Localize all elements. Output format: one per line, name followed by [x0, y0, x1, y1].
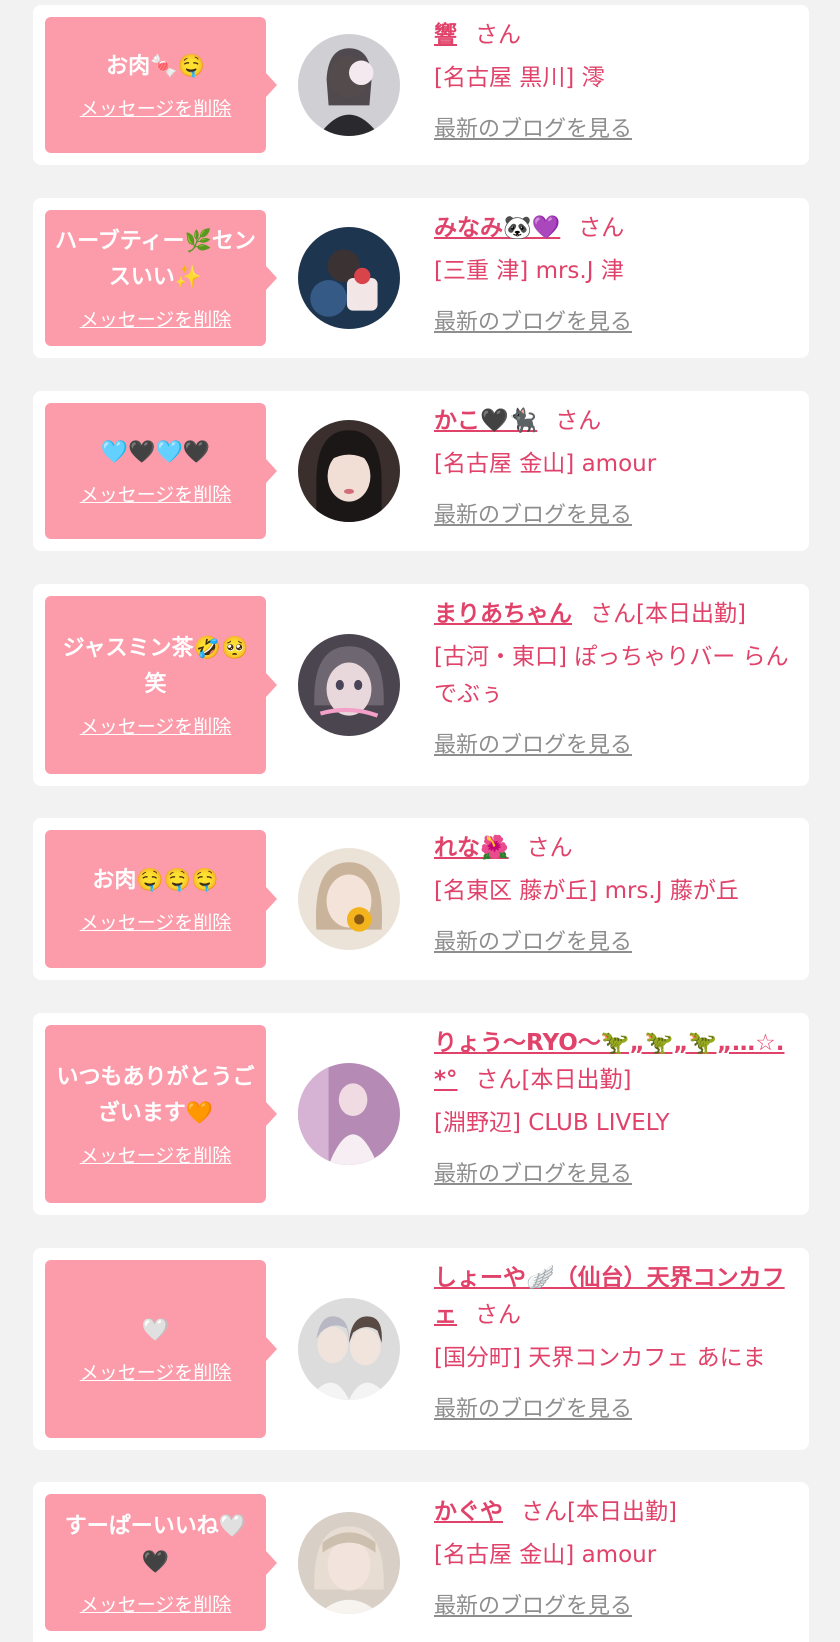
girl-avatar-icon[interactable] [298, 227, 400, 329]
latest-blog-link[interactable]: 最新のブログを見る [434, 304, 632, 341]
shop-name: [古河・東口] ぽっちゃりバー らんでぶぅ [434, 644, 789, 707]
girl-avatar-icon[interactable] [298, 1063, 400, 1165]
message-text: 🩵🖤🩵🖤 [100, 440, 211, 465]
honorific: さん [475, 1302, 521, 1328]
delete-message-link[interactable]: メッセージを削除 [80, 715, 232, 739]
message-bubble: お肉🍬🤤 メッセージを削除 [45, 17, 277, 153]
honorific: さん [475, 22, 521, 48]
delete-message-link[interactable]: メッセージを削除 [80, 1593, 232, 1617]
work-status: [本日出勤] [567, 1499, 677, 1525]
latest-blog-link[interactable]: 最新のブログを見る [434, 727, 632, 764]
message-bubble: いつもありがとうございます🧡 メッセージを削除 [45, 1025, 277, 1203]
sender-name-link[interactable]: まりあちゃん [434, 601, 572, 627]
name-line: かぐや さん[本日出勤] [434, 1494, 797, 1531]
message-card: ジャスミン茶🤣🥺笑 メッセージを削除 まりあちゃん さん[本日出勤] [古河・東口… [33, 584, 809, 786]
girl-avatar-icon[interactable] [298, 420, 400, 522]
message-bubble: すーぱーいいね🤍🖤 メッセージを削除 [45, 1494, 277, 1631]
delete-message-link[interactable]: メッセージを削除 [80, 1361, 232, 1385]
girl-avatar-icon[interactable] [298, 1298, 400, 1400]
name-line: かこ🖤🐈‍⬛ さん [434, 403, 797, 440]
message-text: ジャスミン茶🤣🥺笑 [62, 636, 249, 697]
name-line: 響さん [434, 17, 797, 54]
message-text: お肉🤤🤤🤤 [92, 868, 219, 893]
girl-avatar-icon[interactable] [298, 1512, 400, 1614]
message-text: 🤍 [141, 1318, 170, 1343]
shop-name: [名古屋 金山] amour [434, 1542, 657, 1568]
message-text: いつもありがとうございます🧡 [56, 1065, 255, 1126]
name-line: みなみ🐼💜 さん [434, 210, 797, 247]
latest-blog-link[interactable]: 最新のブログを見る [434, 497, 632, 534]
work-status: [本日出勤] [636, 601, 746, 627]
honorific: さん [475, 1067, 522, 1093]
sender-info: 響さん [名古屋 黒川] 澪 最新のブログを見る [434, 17, 797, 148]
work-status: [本日出勤] [521, 1067, 632, 1093]
honorific: さん [526, 835, 573, 861]
sender-info: みなみ🐼💜 さん [三重 津] mrs.J 津 最新のブログを見る [434, 210, 797, 341]
message-text: ハーブティー🌿センスいい✨ [55, 229, 256, 290]
latest-blog-link[interactable]: 最新のブログを見る [434, 1588, 632, 1625]
delete-message-link[interactable]: メッセージを削除 [80, 1144, 232, 1168]
sender-name-link[interactable]: れな🌺 [434, 835, 509, 861]
message-card: ハーブティー🌿センスいい✨ メッセージを削除 みなみ🐼💜 さん [三重 津] mr… [33, 198, 809, 358]
message-bubble: ジャスミン茶🤣🥺笑 メッセージを削除 [45, 596, 277, 774]
name-line: しょーや🪽（仙台）天界コンカフェ さん [434, 1260, 797, 1334]
girl-avatar-icon[interactable] [298, 34, 400, 136]
sender-info: りょう〜RYO〜🦖„🦖„🦖„…☆.*° さん[本日出勤] [淵野辺] CLUB L… [434, 1025, 797, 1193]
message-text: すーぱーいいね🤍🖤 [64, 1513, 247, 1575]
honorific: さん [521, 1499, 567, 1525]
sender-info: しょーや🪽（仙台）天界コンカフェ さん [国分町] 天界コンカフェ あにま 最新の… [434, 1260, 797, 1428]
shop-name: [名古屋 黒川] 澪 [434, 65, 605, 91]
message-text: お肉🍬🤤 [106, 54, 205, 79]
latest-blog-link[interactable]: 最新のブログを見る [434, 1391, 632, 1428]
message-list: お肉🍬🤤 メッセージを削除 響さん [名古屋 黒川] 澪 最新のブログを見る ハ… [0, 0, 840, 1642]
message-card: いつもありがとうございます🧡 メッセージを削除 りょう〜RYO〜🦖„🦖„🦖„…☆… [33, 1013, 809, 1215]
name-line: まりあちゃん さん[本日出勤] [434, 596, 797, 633]
sender-name-link[interactable]: かこ🖤🐈‍⬛ [434, 408, 537, 434]
delete-message-link[interactable]: メッセージを削除 [80, 483, 232, 507]
honorific: さん [578, 215, 625, 241]
delete-message-link[interactable]: メッセージを削除 [80, 97, 232, 121]
sender-name-link[interactable]: 響 [434, 22, 457, 48]
delete-message-link[interactable]: メッセージを削除 [80, 911, 232, 935]
message-card: お肉🤤🤤🤤 メッセージを削除 れな🌺 さん [名東区 藤が丘] mrs.J 藤が丘… [33, 818, 809, 980]
shop-name: [淵野辺] CLUB LIVELY [434, 1110, 670, 1136]
girl-avatar-icon[interactable] [298, 848, 400, 950]
shop-name: [名古屋 金山] amour [434, 451, 657, 477]
message-bubble: 🩵🖤🩵🖤 メッセージを削除 [45, 403, 277, 539]
name-line: れな🌺 さん [434, 830, 797, 867]
delete-message-link[interactable]: メッセージを削除 [80, 308, 232, 332]
message-bubble: ハーブティー🌿センスいい✨ メッセージを削除 [45, 210, 277, 346]
sender-info: かこ🖤🐈‍⬛ さん [名古屋 金山] amour 最新のブログを見る [434, 403, 797, 534]
name-line: りょう〜RYO〜🦖„🦖„🦖„…☆.*° さん[本日出勤] [434, 1025, 797, 1099]
message-card: 🩵🖤🩵🖤 メッセージを削除 かこ🖤🐈‍⬛ さん [名古屋 金山] amour 最新… [33, 391, 809, 551]
shop-name: [国分町] 天界コンカフェ あにま [434, 1345, 766, 1371]
sender-name-link[interactable]: みなみ🐼💜 [434, 215, 560, 241]
honorific: さん [555, 408, 602, 434]
shop-name: [名東区 藤が丘] mrs.J 藤が丘 [434, 878, 739, 904]
sender-info: まりあちゃん さん[本日出勤] [古河・東口] ぽっちゃりバー らんでぶぅ 最新の… [434, 596, 797, 764]
latest-blog-link[interactable]: 最新のブログを見る [434, 924, 632, 961]
honorific: さん [590, 601, 636, 627]
sender-info: れな🌺 さん [名東区 藤が丘] mrs.J 藤が丘 最新のブログを見る [434, 830, 797, 961]
message-card: 🤍 メッセージを削除 しょーや🪽（仙台）天界コンカフェ さん [国分町] 天界コン… [33, 1248, 809, 1450]
latest-blog-link[interactable]: 最新のブログを見る [434, 111, 632, 148]
message-bubble: お肉🤤🤤🤤 メッセージを削除 [45, 830, 277, 968]
message-card: お肉🍬🤤 メッセージを削除 響さん [名古屋 黒川] 澪 最新のブログを見る [33, 5, 809, 165]
sender-info: かぐや さん[本日出勤] [名古屋 金山] amour 最新のブログを見る [434, 1494, 797, 1625]
latest-blog-link[interactable]: 最新のブログを見る [434, 1156, 632, 1193]
message-bubble: 🤍 メッセージを削除 [45, 1260, 277, 1438]
girl-avatar-icon[interactable] [298, 634, 400, 736]
message-card: すーぱーいいね🤍🖤 メッセージを削除 かぐや さん[本日出勤] [名古屋 金山] … [33, 1482, 809, 1642]
sender-name-link[interactable]: かぐや [434, 1499, 503, 1525]
shop-name: [三重 津] mrs.J 津 [434, 258, 624, 284]
